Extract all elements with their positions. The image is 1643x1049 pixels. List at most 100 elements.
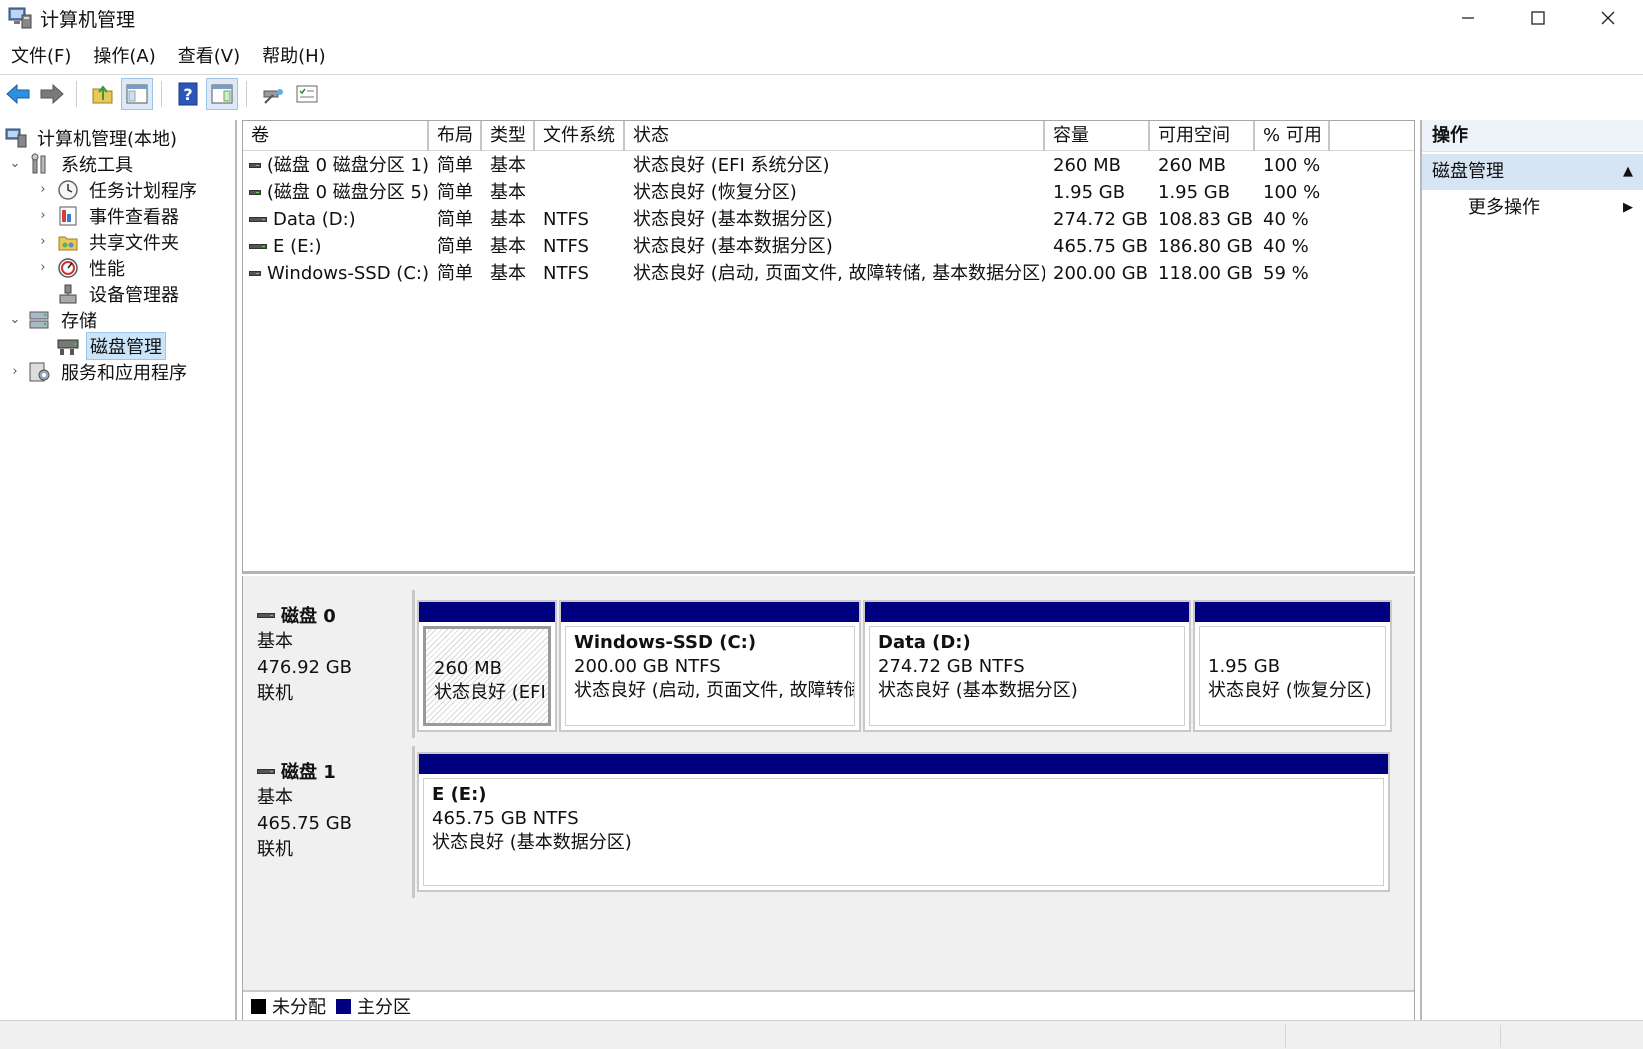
actions-header: 操作	[1422, 120, 1643, 152]
legend-unallocated: 未分配	[272, 997, 326, 1018]
chevron-right-icon[interactable]: ›	[8, 364, 22, 379]
disk-management-icon	[56, 334, 80, 358]
menu-file[interactable]: 文件(F)	[0, 42, 82, 72]
device-manager-icon	[56, 282, 80, 306]
partition-data[interactable]: Data (D:) 274.72 GB NTFS 状态良好 (基本数据分区)	[863, 600, 1191, 732]
storage-icon	[28, 308, 52, 332]
tree-item-task-scheduler[interactable]: › 任务计划程序	[36, 176, 200, 203]
menu-view[interactable]: 查看(V)	[167, 42, 251, 72]
tree-item-disk-management[interactable]: 磁盘管理	[36, 331, 166, 360]
disk-icon	[257, 768, 275, 774]
help-icon[interactable]: ?	[172, 78, 204, 110]
disk-1-state: 联机	[257, 839, 293, 860]
chevron-down-icon[interactable]: ⌄	[8, 156, 22, 171]
tree-item-storage[interactable]: ⌄ 存储	[8, 306, 100, 333]
column-header-free-space[interactable]: 可用空间	[1150, 121, 1255, 151]
volume-icon	[249, 271, 262, 276]
column-header-status[interactable]: 状态	[625, 121, 1045, 151]
column-header-volume[interactable]: 卷	[243, 121, 429, 151]
action-group-disk-management[interactable]: 磁盘管理 ▲	[1422, 154, 1643, 190]
primary-partition-bar	[865, 602, 1189, 622]
volume-icon	[249, 217, 267, 222]
volume-icon	[249, 163, 261, 168]
tree-item-services-apps[interactable]: › 服务和应用程序	[8, 358, 190, 385]
column-header-percent-free[interactable]: % 可用	[1255, 121, 1330, 151]
column-header-filesystem[interactable]: 文件系统	[535, 121, 625, 151]
partition-recovery[interactable]: 1.95 GB 状态良好 (恢复分区)	[1193, 600, 1392, 732]
volume-list: 卷 布局 类型 文件系统 状态 容量 可用空间 % 可用 (磁盘 0 磁盘分区 …	[242, 120, 1415, 574]
disk-0-type: 基本	[257, 631, 293, 652]
show-action-pane-icon[interactable]	[206, 77, 238, 110]
collapse-up-icon[interactable]: ▲	[1623, 154, 1633, 190]
disk-icon	[257, 612, 275, 618]
connect-icon[interactable]	[257, 78, 289, 110]
volume-row[interactable]: (磁盘 0 磁盘分区 1) 简单 基本 状态良好 (EFI 系统分区) 260 …	[243, 152, 1414, 179]
properties-icon[interactable]	[291, 78, 323, 110]
volume-row[interactable]: Data (D:) 简单 基本 NTFS 状态良好 (基本数据分区) 274.7…	[243, 206, 1414, 233]
show-hide-console-tree-icon[interactable]	[121, 77, 153, 110]
disk-0-size: 476.92 GB	[257, 657, 353, 678]
disk-0-info[interactable]: 磁盘 0 基本 476.92 GB 联机	[243, 590, 415, 738]
console-tree: 计算机管理(本地) ⌄ 系统工具 › 任务计划程序 › 事件查看器 › 共享文件…	[0, 120, 237, 1020]
disk-1-info[interactable]: 磁盘 1 基本 465.75 GB 联机	[243, 746, 415, 898]
column-header-layout[interactable]: 布局	[429, 121, 482, 151]
chevron-right-icon[interactable]: ›	[36, 260, 50, 275]
legend-primary: 主分区	[357, 997, 411, 1018]
status-bar-divider	[1285, 1025, 1286, 1047]
menu-bar: 文件(F) 操作(A) 查看(V) 帮助(H)	[0, 42, 337, 72]
toolbar: ?	[0, 74, 1643, 112]
menu-action[interactable]: 操作(A)	[82, 42, 166, 72]
tree-item-device-manager[interactable]: 设备管理器	[36, 280, 182, 307]
partition-efi[interactable]: 260 MB 状态良好 (EFI 系统分区)	[417, 600, 557, 732]
event-viewer-icon	[56, 204, 80, 228]
disk-0-state: 联机	[257, 683, 293, 704]
submenu-arrow-icon: ▶	[1623, 200, 1633, 215]
tree-item-performance[interactable]: › 性能	[36, 254, 128, 281]
shared-folder-icon	[56, 230, 80, 254]
toolbar-separator	[161, 80, 162, 107]
tree-item-shared-folders[interactable]: › 共享文件夹	[36, 228, 182, 255]
column-header-capacity[interactable]: 容量	[1045, 121, 1150, 151]
menu-help[interactable]: 帮助(H)	[251, 42, 337, 72]
partition-windows-ssd[interactable]: Windows-SSD (C:) 200.00 GB NTFS 状态良好 (启动…	[559, 600, 861, 732]
back-arrow-icon[interactable]	[2, 78, 34, 110]
more-actions[interactable]: 更多操作 ▶	[1422, 190, 1643, 226]
close-icon[interactable]	[1573, 0, 1643, 36]
svg-text:?: ?	[183, 85, 192, 104]
primary-partition-bar	[419, 602, 555, 622]
column-header-type[interactable]: 类型	[482, 121, 535, 151]
chevron-down-icon[interactable]: ⌄	[8, 312, 22, 327]
tree-item-event-viewer[interactable]: › 事件查看器	[36, 202, 182, 229]
chevron-right-icon[interactable]: ›	[36, 182, 50, 197]
primary-partition-bar	[561, 602, 859, 622]
toolbar-separator	[76, 80, 77, 107]
tree-item-system-tools[interactable]: ⌄ 系统工具	[8, 150, 136, 177]
partition-legend: 未分配 主分区	[243, 990, 1414, 1020]
disk-1-size: 465.75 GB	[257, 813, 353, 834]
volume-icon	[249, 244, 267, 249]
tree-item-root[interactable]: 计算机管理(本地)	[4, 124, 180, 151]
clock-icon	[56, 178, 80, 202]
computer-management-icon	[8, 7, 32, 29]
performance-icon	[56, 256, 80, 280]
chevron-right-icon[interactable]: ›	[36, 234, 50, 249]
primary-partition-bar	[1195, 602, 1390, 622]
disk-1-name: 磁盘 1	[281, 762, 336, 783]
volume-row[interactable]: Windows-SSD (C:) 简单 基本 NTFS 状态良好 (启动, 页面…	[243, 260, 1414, 287]
chevron-right-icon[interactable]: ›	[36, 208, 50, 223]
window-title: 计算机管理	[40, 8, 136, 31]
volume-row[interactable]: E (E:) 简单 基本 NTFS 状态良好 (基本数据分区) 465.75 G…	[243, 233, 1414, 260]
computer-management-icon	[4, 126, 28, 150]
minimize-icon[interactable]	[1433, 0, 1503, 36]
disk-graphical-view: 磁盘 0 基本 476.92 GB 联机 260 MB 状态良好 (EFI 系统…	[242, 576, 1415, 1020]
forward-arrow-icon[interactable]	[36, 78, 68, 110]
volume-row[interactable]: (磁盘 0 磁盘分区 5) 简单 基本 状态良好 (恢复分区) 1.95 GB …	[243, 179, 1414, 206]
status-bar	[0, 1020, 1643, 1049]
partition-e[interactable]: E (E:) 465.75 GB NTFS 状态良好 (基本数据分区)	[417, 752, 1390, 892]
up-folder-icon[interactable]	[87, 78, 119, 110]
primary-partition-bar	[419, 754, 1388, 774]
volume-icon	[249, 190, 261, 195]
maximize-icon[interactable]	[1503, 0, 1573, 36]
toolbar-separator	[246, 80, 247, 107]
computer-management-window: 计算机管理 文件(F) 操作(A) 查看(V) 帮助(H) ? 计算机管理(本地…	[0, 0, 1643, 1049]
